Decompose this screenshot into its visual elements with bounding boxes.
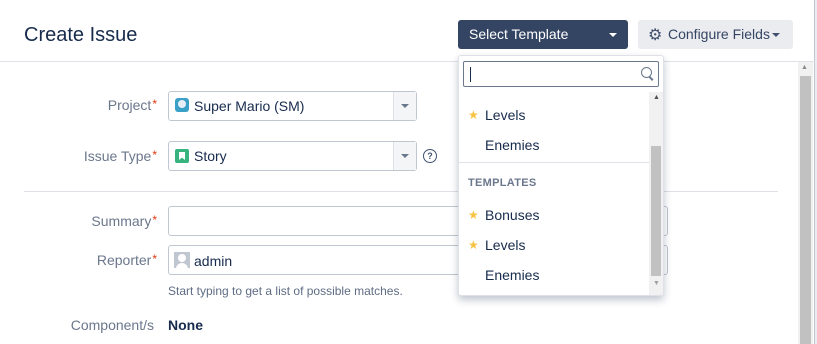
scroll-up-arrow-icon[interactable]: ▲: [653, 94, 660, 101]
component-value: None: [168, 317, 203, 333]
star-icon: ★: [468, 208, 479, 222]
select-template-label: Select Template: [469, 26, 569, 42]
required-marker: *: [152, 213, 157, 227]
chevron-down-icon: [401, 104, 409, 108]
issue-type-value: Story: [194, 148, 227, 164]
configure-fields-label: Configure Fields: [668, 26, 770, 42]
project-select-toggle[interactable]: [393, 92, 416, 120]
project-select[interactable]: Super Mario (SM): [168, 91, 417, 121]
template-search-input[interactable]: [463, 61, 659, 87]
dropdown-item-levels-recent[interactable]: Levels: [485, 107, 525, 123]
star-icon: ★: [468, 238, 479, 252]
reporter-hint: Start typing to get a list of possible m…: [168, 284, 403, 298]
dialog-scrollbar-thumb[interactable]: [800, 76, 811, 344]
project-value: Super Mario (SM): [194, 98, 305, 114]
reporter-value: admin: [194, 253, 233, 269]
template-dropdown: ★ Levels Enemies TEMPLATES ★ Bonuses ★ L…: [458, 55, 664, 296]
text-cursor: [470, 67, 471, 82]
story-icon: [175, 149, 189, 163]
dropdown-item-enemies-recent[interactable]: Enemies: [485, 137, 539, 153]
templates-section-heading: TEMPLATES: [468, 177, 537, 189]
dropdown-divider: [459, 162, 649, 163]
required-marker: *: [152, 252, 157, 266]
issue-type-label-text: Issue Type: [83, 148, 152, 164]
component-label: Component/s: [70, 317, 154, 333]
dropdown-scrollbar-thumb[interactable]: [651, 146, 661, 276]
user-avatar-icon: [174, 252, 190, 268]
summary-label-text: Summary: [91, 213, 152, 229]
help-icon[interactable]: ?: [423, 149, 437, 163]
chevron-down-icon: [772, 33, 780, 37]
reporter-label-text: Reporter: [96, 252, 152, 268]
chevron-down-icon: [609, 33, 617, 37]
search-icon: [641, 67, 652, 78]
create-issue-dialog: Create Issue Select Template ⚙ Configure…: [0, 0, 815, 344]
issue-type-select-toggle[interactable]: [393, 142, 416, 170]
reporter-label: Reporter*: [60, 252, 157, 268]
section-divider: [24, 191, 778, 192]
scroll-up-arrow-icon[interactable]: ▲: [801, 64, 808, 71]
issue-type-label: Issue Type*: [40, 148, 157, 164]
project-label: Project*: [60, 97, 157, 113]
scroll-down-arrow-icon[interactable]: ▼: [653, 280, 660, 287]
dropdown-item-bonuses[interactable]: Bonuses: [485, 207, 539, 223]
dropdown-item-levels[interactable]: Levels: [485, 237, 525, 253]
required-marker: *: [152, 148, 157, 162]
dialog-header: Create Issue Select Template ⚙ Configure…: [0, 0, 815, 62]
issue-type-select[interactable]: Story: [168, 141, 417, 171]
star-icon: ★: [468, 108, 479, 122]
project-label-text: Project: [107, 97, 152, 113]
chevron-down-icon: [401, 154, 409, 158]
select-template-button[interactable]: Select Template: [458, 20, 628, 49]
required-marker: *: [152, 97, 157, 111]
configure-fields-button[interactable]: ⚙ Configure Fields: [638, 20, 793, 49]
dialog-title: Create Issue: [24, 24, 138, 46]
gear-icon: ⚙: [648, 27, 663, 44]
summary-label: Summary*: [60, 213, 157, 229]
project-avatar-icon: [175, 98, 189, 112]
dropdown-item-enemies[interactable]: Enemies: [485, 267, 539, 283]
